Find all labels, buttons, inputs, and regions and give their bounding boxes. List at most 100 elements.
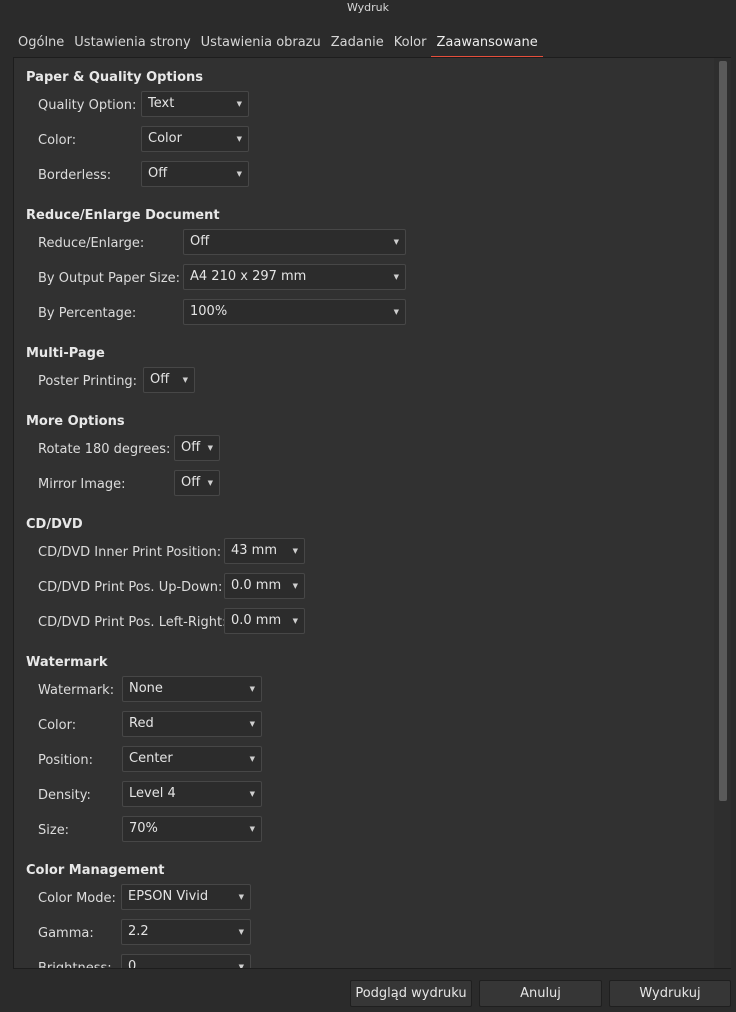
window-title: Wydruk <box>0 0 736 16</box>
borderless-value: Off <box>148 166 168 181</box>
cd-inner-position-value: 43 mm <box>231 543 278 558</box>
color-mode-label: Color Mode: <box>38 891 116 906</box>
watermark-color-label: Color: <box>38 718 77 733</box>
watermark-size-combo[interactable]: 70% ▼ <box>122 816 262 842</box>
section-paper-quality-title: Paper & Quality Options <box>26 70 204 85</box>
gamma-label: Gamma: <box>38 926 94 941</box>
section-reduce-enlarge-title: Reduce/Enlarge Document <box>26 208 220 223</box>
mirror-image-value: Off <box>181 475 201 490</box>
poster-printing-value: Off <box>150 372 170 387</box>
poster-printing-combo[interactable]: Off ▼ <box>143 367 195 393</box>
print-preview-button[interactable]: Podgląd wydruku <box>350 980 472 1007</box>
rotate-180-combo[interactable]: Off ▼ <box>174 435 220 461</box>
watermark-density-label: Density: <box>38 788 91 803</box>
chevron-down-icon: ▼ <box>236 170 242 178</box>
chevron-down-icon: ▼ <box>249 685 255 693</box>
quality-option-combo[interactable]: Text ▼ <box>141 91 249 117</box>
cd-inner-position-combo[interactable]: 43 mm ▼ <box>224 538 305 564</box>
quality-option-label: Quality Option: <box>38 98 137 113</box>
brightness-label: Brightness: <box>38 961 112 969</box>
watermark-label: Watermark: <box>38 683 115 698</box>
tab-page-setup[interactable]: Ustawienia strony <box>69 30 195 56</box>
quality-option-value: Text <box>148 96 175 111</box>
output-paper-size-combo[interactable]: A4 210 x 297 mm ▼ <box>183 264 406 290</box>
color-label: Color: <box>38 133 77 148</box>
mirror-image-label: Mirror Image: <box>38 477 126 492</box>
section-cd-dvd-title: CD/DVD <box>26 517 83 532</box>
tab-image-settings[interactable]: Ustawienia obrazu <box>196 30 326 56</box>
gamma-value: 2.2 <box>128 924 149 939</box>
section-multi-page-title: Multi-Page <box>26 346 105 361</box>
watermark-color-combo[interactable]: Red ▼ <box>122 711 262 737</box>
watermark-size-value: 70% <box>129 821 158 836</box>
output-paper-size-label: By Output Paper Size: <box>38 271 181 286</box>
cd-left-right-combo[interactable]: 0.0 mm ▼ <box>224 608 305 634</box>
watermark-combo[interactable]: None ▼ <box>122 676 262 702</box>
percentage-label: By Percentage: <box>38 306 137 321</box>
brightness-combo[interactable]: 0 ▼ <box>121 954 251 969</box>
chevron-down-icon: ▼ <box>238 893 244 901</box>
percentage-value: 100% <box>190 304 228 319</box>
tab-color[interactable]: Kolor <box>389 30 432 56</box>
color-mode-value: EPSON Vivid <box>128 889 209 904</box>
watermark-value: None <box>129 681 163 696</box>
percentage-combo[interactable]: 100% ▼ <box>183 299 406 325</box>
color-combo[interactable]: Color ▼ <box>141 126 249 152</box>
cd-up-down-value: 0.0 mm <box>231 578 282 593</box>
borderless-combo[interactable]: Off ▼ <box>141 161 249 187</box>
gamma-combo[interactable]: 2.2 ▼ <box>121 919 251 945</box>
reduce-enlarge-combo[interactable]: Off ▼ <box>183 229 406 255</box>
chevron-down-icon: ▼ <box>393 308 399 316</box>
watermark-size-label: Size: <box>38 823 70 838</box>
output-paper-size-value: A4 210 x 297 mm <box>190 269 307 284</box>
tab-job[interactable]: Zadanie <box>326 30 389 56</box>
print-button[interactable]: Wydrukuj <box>609 980 731 1007</box>
watermark-position-label: Position: <box>38 753 93 768</box>
cd-up-down-combo[interactable]: 0.0 mm ▼ <box>224 573 305 599</box>
mirror-image-combo[interactable]: Off ▼ <box>174 470 220 496</box>
advanced-panel: Paper & Quality Options Quality Option: … <box>13 57 731 969</box>
color-mode-combo[interactable]: EPSON Vivid ▼ <box>121 884 251 910</box>
chevron-down-icon: ▼ <box>292 582 298 590</box>
tab-general[interactable]: Ogólne <box>13 30 69 56</box>
watermark-position-value: Center <box>129 751 173 766</box>
chevron-down-icon: ▼ <box>249 720 255 728</box>
borderless-label: Borderless: <box>38 168 112 183</box>
chevron-down-icon: ▼ <box>207 444 213 452</box>
cd-inner-position-label: CD/DVD Inner Print Position: <box>38 545 222 560</box>
rotate-180-value: Off <box>181 440 201 455</box>
chevron-down-icon: ▼ <box>393 238 399 246</box>
section-more-options-title: More Options <box>26 414 125 429</box>
section-color-management-title: Color Management <box>26 863 165 878</box>
reduce-enlarge-value: Off <box>190 234 210 249</box>
tab-bar: Ogólne Ustawienia strony Ustawienia obra… <box>13 30 543 58</box>
cd-up-down-label: CD/DVD Print Pos. Up-Down: <box>38 580 223 595</box>
reduce-enlarge-label: Reduce/Enlarge: <box>38 236 145 251</box>
watermark-density-value: Level 4 <box>129 786 176 801</box>
chevron-down-icon: ▼ <box>249 825 255 833</box>
color-value: Color <box>148 131 182 146</box>
chevron-down-icon: ▼ <box>249 790 255 798</box>
chevron-down-icon: ▼ <box>292 547 298 555</box>
cancel-button[interactable]: Anuluj <box>479 980 602 1007</box>
watermark-color-value: Red <box>129 716 154 731</box>
cd-left-right-label: CD/DVD Print Pos. Left-Right: <box>38 615 227 630</box>
section-watermark-title: Watermark <box>26 655 108 670</box>
scrollbar-thumb[interactable] <box>719 61 727 801</box>
chevron-down-icon: ▼ <box>238 928 244 936</box>
rotate-180-label: Rotate 180 degrees: <box>38 442 171 457</box>
cd-left-right-value: 0.0 mm <box>231 613 282 628</box>
brightness-value: 0 <box>128 959 137 969</box>
chevron-down-icon: ▼ <box>236 100 242 108</box>
chevron-down-icon: ▼ <box>249 755 255 763</box>
vertical-scrollbar[interactable] <box>714 58 731 968</box>
tab-advanced[interactable]: Zaawansowane <box>431 30 543 58</box>
watermark-position-combo[interactable]: Center ▼ <box>122 746 262 772</box>
chevron-down-icon: ▼ <box>182 376 188 384</box>
poster-printing-label: Poster Printing: <box>38 374 138 389</box>
chevron-down-icon: ▼ <box>238 963 244 969</box>
chevron-down-icon: ▼ <box>292 617 298 625</box>
chevron-down-icon: ▼ <box>393 273 399 281</box>
watermark-density-combo[interactable]: Level 4 ▼ <box>122 781 262 807</box>
chevron-down-icon: ▼ <box>207 479 213 487</box>
